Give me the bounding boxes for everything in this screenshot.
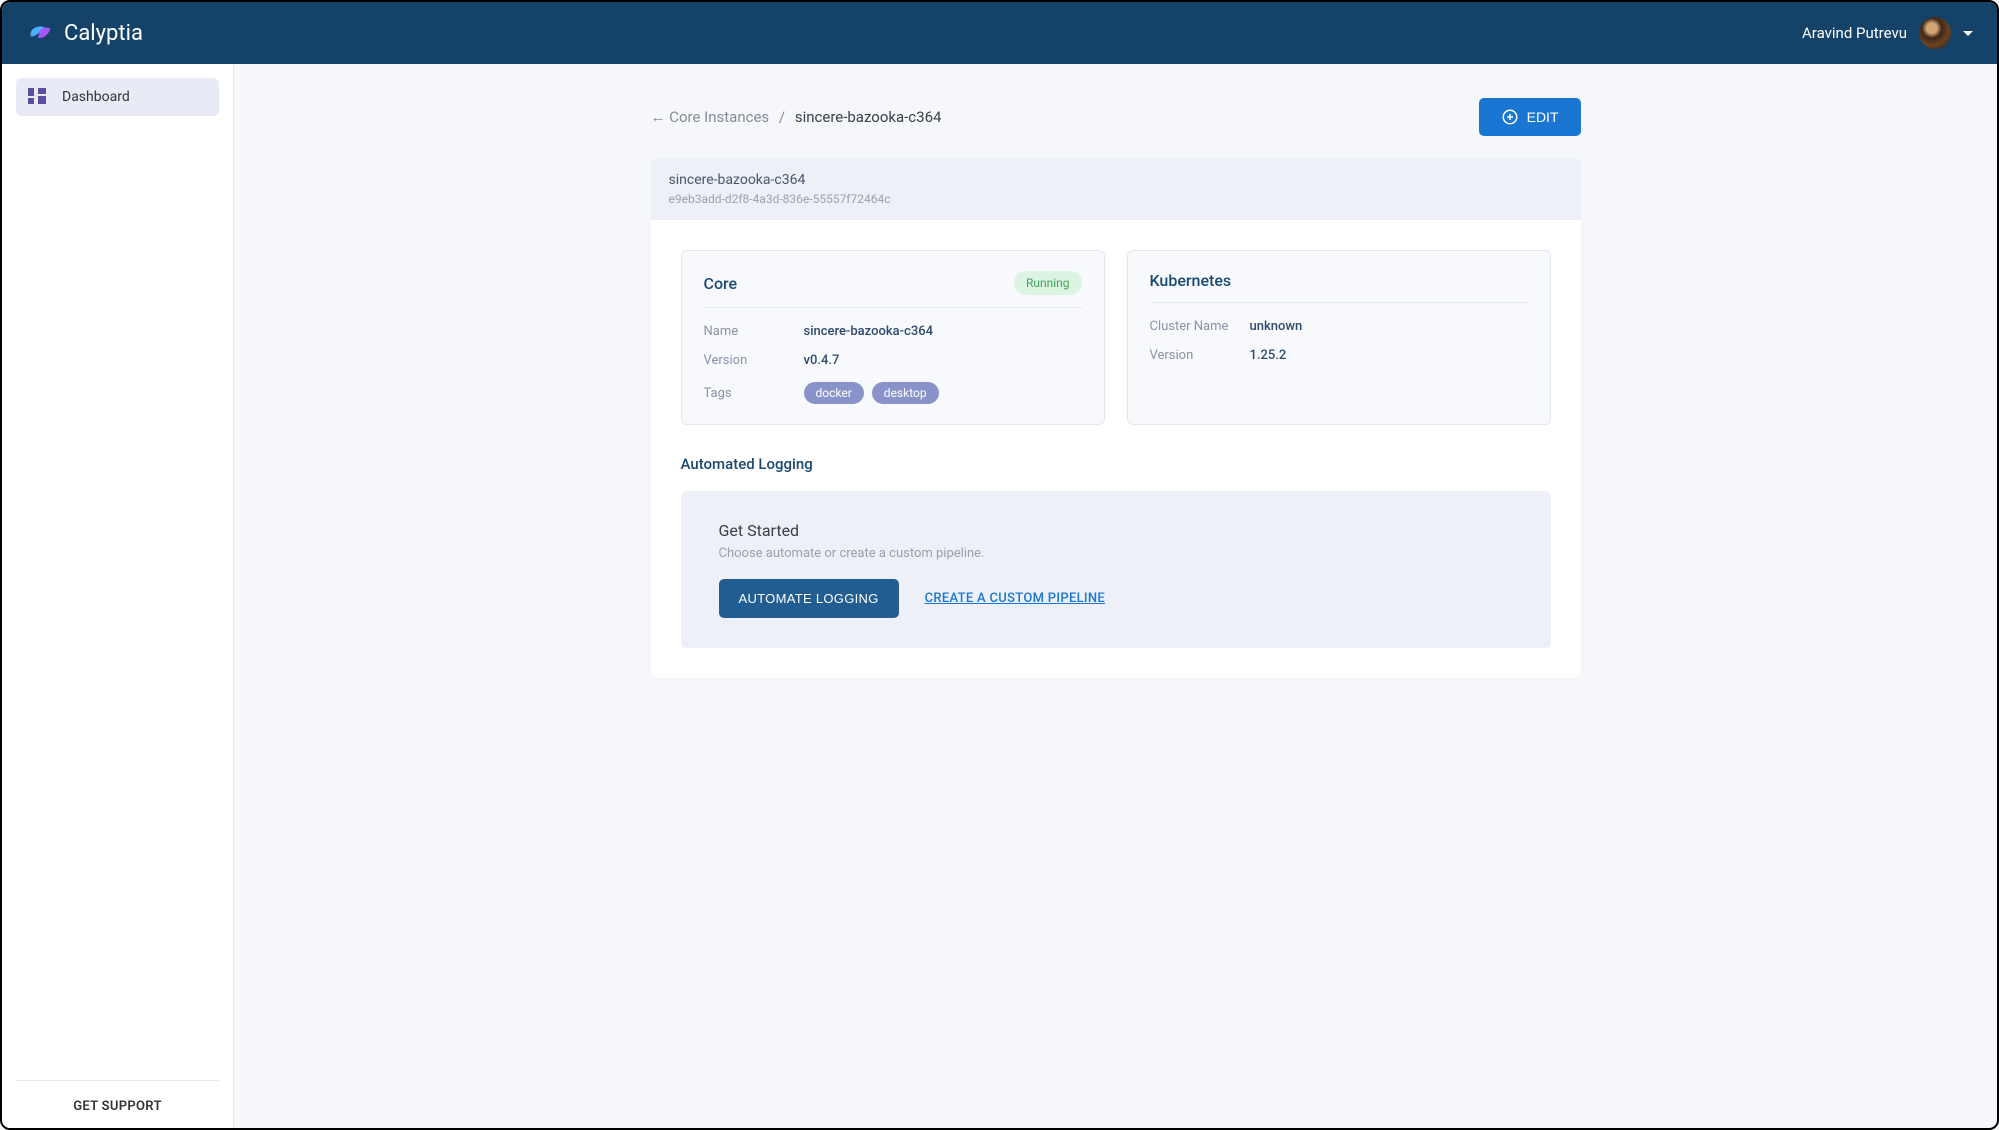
calyptia-logo-icon — [26, 19, 54, 47]
plus-circle-icon — [1501, 108, 1519, 126]
instance-name: sincere-bazooka-c364 — [669, 172, 1563, 188]
breadcrumb: ← Core Instances / sincere-bazooka-c364 — [651, 108, 942, 126]
core-name-key: Name — [704, 324, 804, 339]
user-name: Aravind Putrevu — [1802, 24, 1907, 42]
core-card: Core Running Name sincere-bazooka-c364 V… — [681, 250, 1105, 425]
avatar — [1919, 17, 1951, 49]
edit-button-label: EDIT — [1527, 109, 1559, 125]
core-tags-key: Tags — [704, 386, 804, 401]
dashboard-icon — [28, 88, 46, 106]
k8s-card-title: Kubernetes — [1150, 271, 1528, 303]
breadcrumb-back[interactable]: ← Core Instances — [651, 108, 770, 126]
tag-pill: desktop — [872, 382, 939, 404]
k8s-version-val: 1.25.2 — [1250, 348, 1287, 363]
automate-logging-button[interactable]: AUTOMATE LOGGING — [719, 579, 899, 618]
instance-id: e9eb3add-d2f8-4a3d-836e-55557f72464c — [669, 192, 1563, 206]
logging-section-title: Automated Logging — [681, 455, 1551, 473]
k8s-cluster-val: unknown — [1250, 319, 1303, 334]
get-support-link[interactable]: GET SUPPORT — [16, 1099, 219, 1114]
tag-pill: docker — [804, 382, 864, 404]
core-name-val: sincere-bazooka-c364 — [804, 324, 934, 339]
core-version-key: Version — [704, 353, 804, 368]
sidebar: Dashboard GET SUPPORT — [2, 64, 234, 1128]
get-started-card: Get Started Choose automate or create a … — [681, 491, 1551, 648]
status-badge: Running — [1014, 271, 1082, 295]
top-header: Calyptia Aravind Putrevu — [2, 2, 1997, 64]
breadcrumb-separator: / — [779, 108, 785, 126]
core-version-val: v0.4.7 — [804, 353, 840, 368]
edit-button[interactable]: EDIT — [1479, 98, 1581, 136]
panel-header: sincere-bazooka-c364 e9eb3add-d2f8-4a3d-… — [651, 158, 1581, 220]
brand-name: Calyptia — [64, 21, 143, 46]
sidebar-item-dashboard[interactable]: Dashboard — [16, 78, 219, 116]
core-tags: docker desktop — [804, 382, 939, 404]
breadcrumb-current: sincere-bazooka-c364 — [795, 108, 942, 126]
instance-panel: sincere-bazooka-c364 e9eb3add-d2f8-4a3d-… — [651, 158, 1581, 678]
kubernetes-card: Kubernetes Cluster Name unknown Version … — [1127, 250, 1551, 425]
k8s-version-key: Version — [1150, 348, 1250, 363]
user-menu[interactable]: Aravind Putrevu — [1802, 17, 1973, 49]
create-custom-pipeline-link[interactable]: CREATE A CUSTOM PIPELINE — [925, 591, 1105, 606]
brand-logo[interactable]: Calyptia — [26, 19, 143, 47]
main-content: ← Core Instances / sincere-bazooka-c364 … — [234, 64, 1997, 1128]
core-card-title: Core — [704, 274, 738, 293]
chevron-down-icon — [1963, 31, 1973, 36]
k8s-cluster-key: Cluster Name — [1150, 319, 1250, 334]
get-started-subtitle: Choose automate or create a custom pipel… — [719, 546, 1513, 561]
sidebar-item-label: Dashboard — [62, 89, 130, 105]
get-started-title: Get Started — [719, 521, 1513, 540]
